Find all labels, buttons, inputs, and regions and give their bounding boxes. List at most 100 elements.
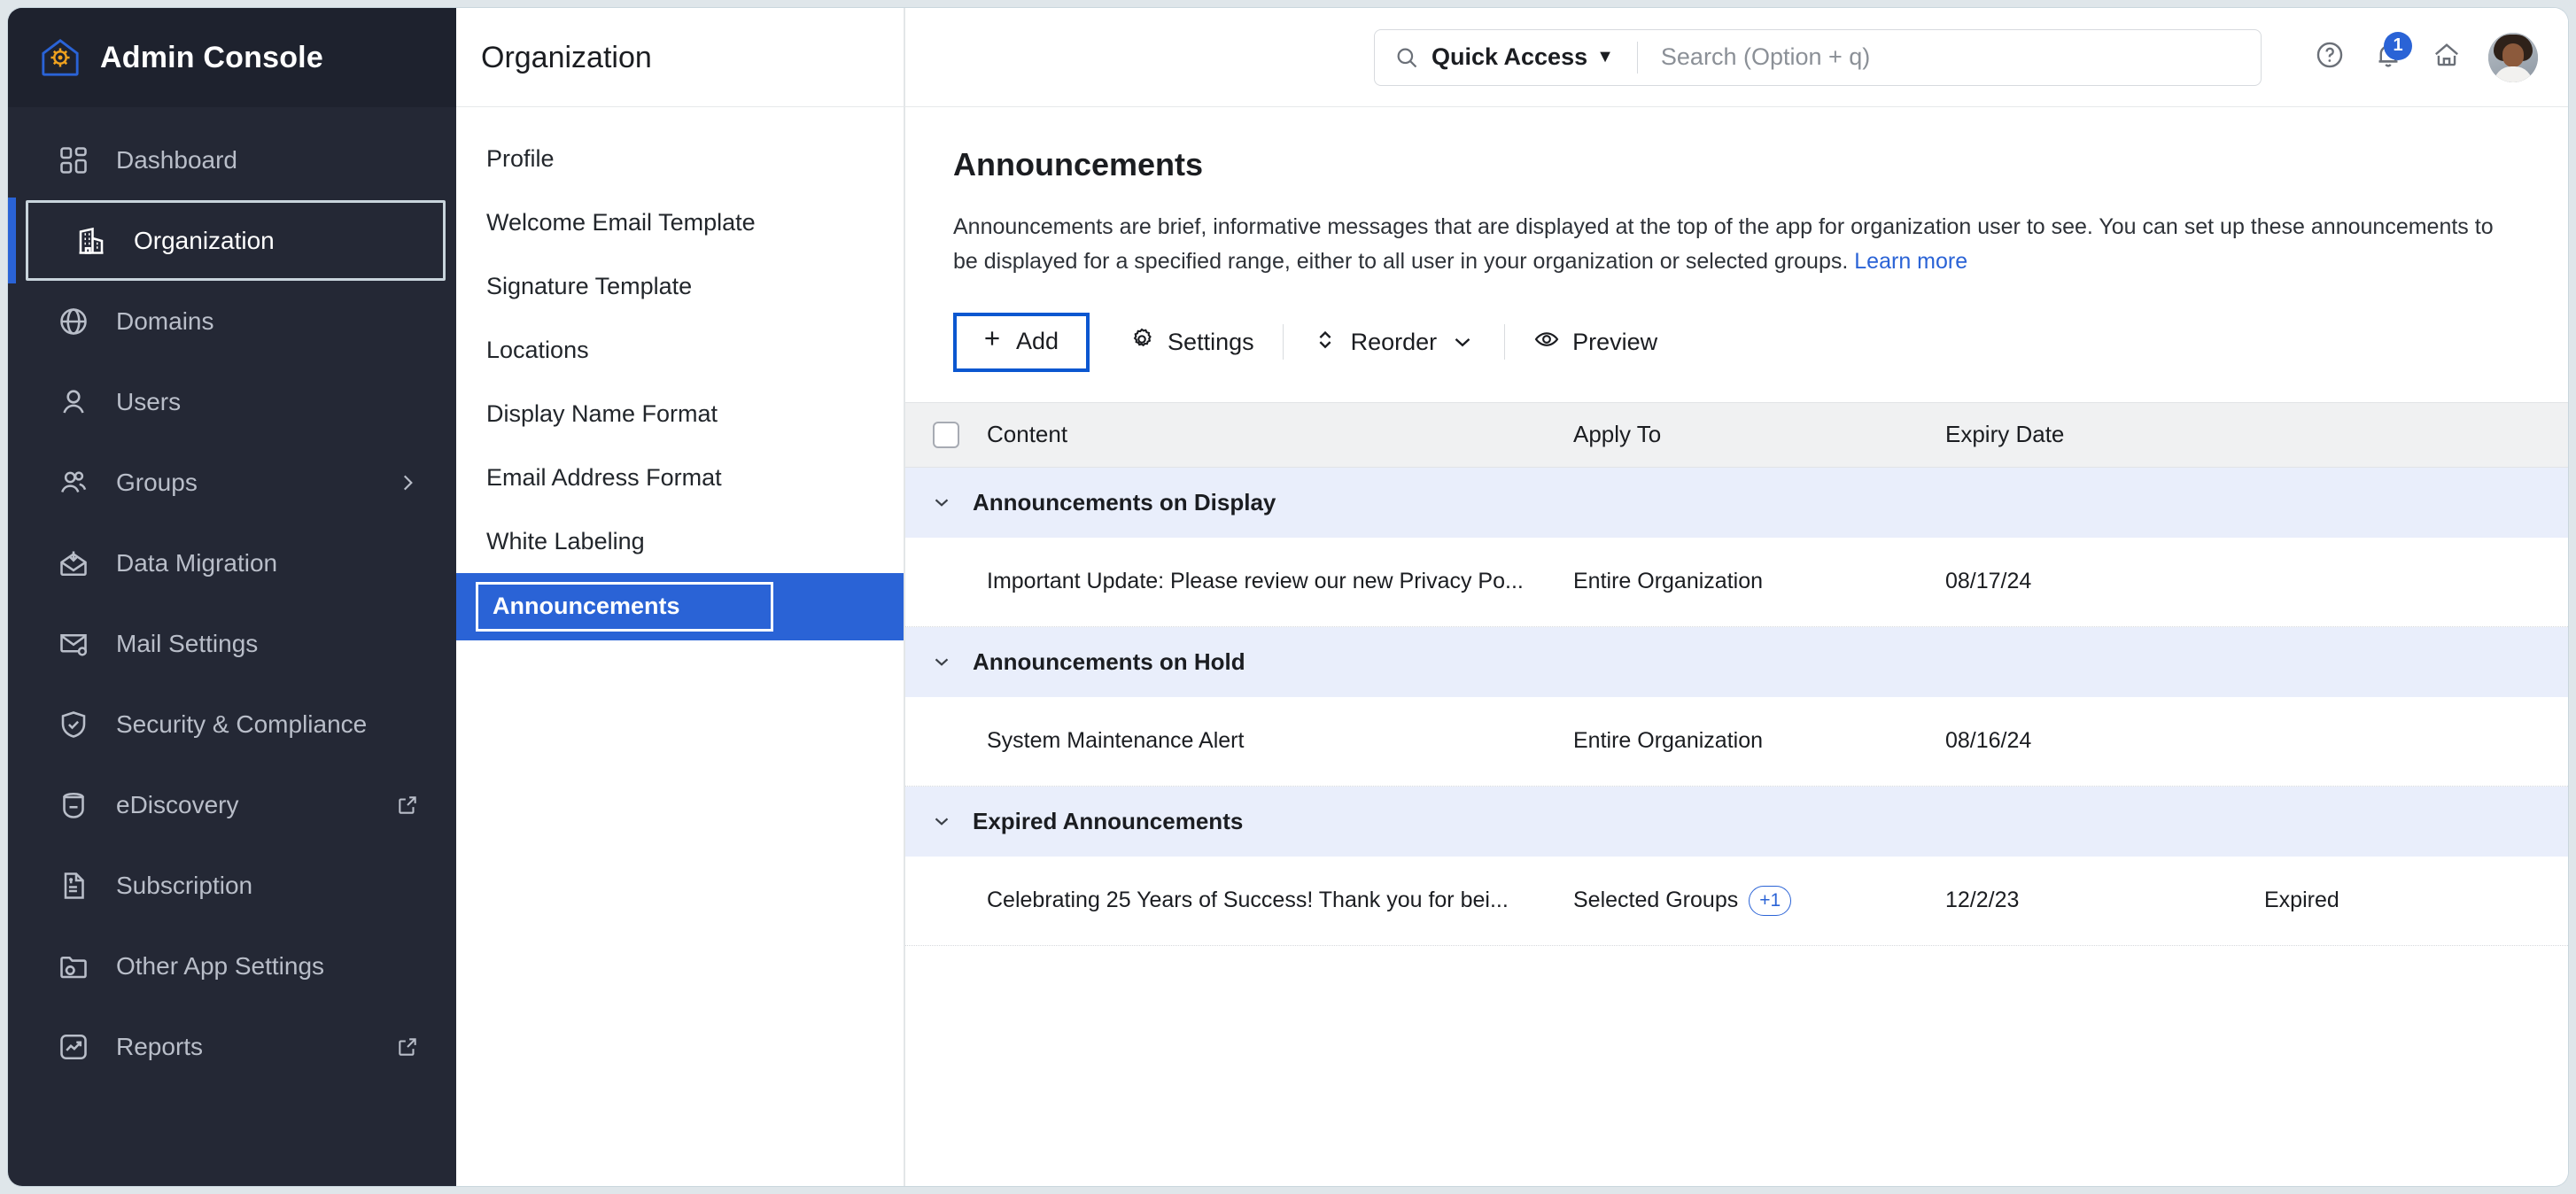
brand-header: Admin Console	[8, 8, 456, 107]
learn-more-link[interactable]: Learn more	[1854, 249, 1967, 274]
building-icon	[75, 225, 107, 257]
table-row[interactable]: Celebrating 25 Years of Success! Thank y…	[905, 856, 2568, 946]
chevron-down-icon	[1449, 329, 1476, 355]
status-badge: Expired	[2264, 888, 2339, 912]
search-icon	[1394, 45, 1419, 70]
help-circle-icon	[2315, 40, 2345, 74]
subnav-item-profile[interactable]: Profile	[456, 127, 904, 190]
group-label: Expired Announcements	[973, 807, 1244, 834]
row-apply-to-label: Entire Organization	[1573, 728, 1764, 753]
select-all-checkbox[interactable]	[933, 421, 959, 448]
help-button[interactable]	[2304, 32, 2355, 83]
subnav-item-label: Welcome Email Template	[486, 208, 756, 236]
subnav-item-display-name-format[interactable]: Display Name Format	[456, 382, 904, 446]
subnav-item-locations[interactable]: Locations	[456, 318, 904, 382]
sidebar-item-label: Mail Settings	[116, 629, 259, 657]
subnav-item-signature-template[interactable]: Signature Template	[456, 254, 904, 318]
subnav-item-white-labeling[interactable]: White Labeling	[456, 509, 904, 573]
home-icon	[2432, 40, 2462, 74]
envelope-download-icon	[58, 547, 89, 579]
sidebar-item-organization[interactable]: Organization	[8, 198, 446, 283]
group-header-expired-announcements[interactable]: Expired Announcements	[905, 786, 2568, 857]
subnav-item-label: Announcements	[476, 582, 773, 632]
sidebar-nav-list: Dashboard Organization Domains Users Gro…	[8, 107, 456, 1087]
brand-title: Admin Console	[100, 40, 323, 74]
add-button-label: Add	[1016, 327, 1059, 354]
sidebar-item-users[interactable]: Users	[8, 361, 456, 442]
plus-icon	[981, 327, 1004, 356]
group-label: Announcements on Display	[973, 488, 1276, 516]
search-input[interactable]	[1660, 43, 2241, 71]
toggle-knob	[2267, 743, 2290, 767]
dashboard-grid-icon	[58, 144, 89, 176]
group-label: Announcements on Hold	[973, 647, 1245, 675]
sidebar-item-label: Dashboard	[116, 145, 237, 174]
sidebar-item-domains[interactable]: Domains	[8, 281, 456, 361]
table-row[interactable]: System Maintenance Alert Entire Organiza…	[905, 696, 2568, 787]
sidebar-item-groups[interactable]: Groups	[8, 442, 456, 523]
sidebar-item-reports[interactable]: Reports	[8, 1006, 456, 1087]
settings-button[interactable]: Settings	[1109, 317, 1274, 368]
sort-updown-icon	[1312, 326, 1338, 359]
sidebar-item-security-compliance[interactable]: Security & Compliance	[8, 684, 456, 764]
subnav-item-email-address-format[interactable]: Email Address Format	[456, 446, 904, 509]
page-description: Announcements are brief, informative mes…	[953, 210, 2520, 279]
global-search-bar[interactable]: Quick Access ▼	[1374, 28, 2262, 86]
top-header-bar: Quick Access ▼ 1	[905, 8, 2568, 107]
main-content: Announcements Announcements are brief, i…	[905, 107, 2568, 1186]
users-group-icon	[58, 467, 89, 499]
sidebar-item-subscription[interactable]: Subscription	[8, 845, 456, 926]
chevron-down-icon[interactable]	[930, 491, 953, 514]
external-link-icon[interactable]	[396, 794, 419, 817]
chevron-down-icon[interactable]	[930, 650, 953, 673]
sidebar-item-dashboard[interactable]: Dashboard	[8, 120, 456, 200]
subnav-item-announcements[interactable]: Announcements	[456, 573, 904, 640]
sidebar-item-other-app-settings[interactable]: Other App Settings	[8, 926, 456, 1006]
subnav-item-welcome-email-template[interactable]: Welcome Email Template	[456, 190, 904, 254]
chevron-down-icon[interactable]	[930, 810, 953, 833]
external-link-icon[interactable]	[396, 1035, 419, 1058]
reorder-button[interactable]: Reorder	[1292, 317, 1496, 368]
eye-icon	[1533, 326, 1560, 359]
add-button[interactable]: Add	[959, 318, 1084, 366]
group-header-announcements-on-hold[interactable]: Announcements on Hold	[905, 626, 2568, 697]
house-gear-icon	[40, 37, 81, 78]
notifications-button[interactable]: 1	[2363, 31, 2414, 83]
sidebar-item-label: eDiscovery	[116, 790, 239, 818]
row-content: Important Update: Please review our new …	[987, 568, 1524, 593]
divider	[1636, 41, 1638, 74]
page-breadcrumb-title: Organization	[481, 40, 652, 74]
group-header-announcements-on-display[interactable]: Announcements on Display	[905, 467, 2568, 538]
sidebar-item-ediscovery[interactable]: eDiscovery	[8, 764, 456, 845]
sidebar-item-label: Organization	[134, 226, 275, 254]
invoice-dollar-icon	[58, 870, 89, 902]
reorder-button-label: Reorder	[1350, 328, 1438, 355]
row-apply-to: Selected Groups +1	[1573, 885, 1945, 916]
sidebar-item-label: Security & Compliance	[116, 709, 368, 738]
select-all-cell	[905, 421, 987, 448]
row-content: System Maintenance Alert	[987, 727, 1245, 753]
sidebar-item-data-migration[interactable]: Data Migration	[8, 523, 456, 603]
subnav-item-label: Locations	[486, 336, 589, 363]
row-expiry-date: 12/2/23	[1945, 888, 2020, 912]
add-button-focus-ring: Add	[953, 312, 1090, 372]
globe-icon	[58, 306, 89, 337]
row-expiry-date: 08/16/24	[1945, 728, 2032, 753]
subnav-item-label: Profile	[486, 144, 555, 172]
subnav-item-label: Display Name Format	[486, 399, 718, 427]
quick-access-label[interactable]: Quick Access	[1432, 43, 1587, 71]
sidebar-item-label: Domains	[116, 306, 214, 335]
sidebar-item-label: Reports	[116, 1032, 204, 1060]
table-row[interactable]: Important Update: Please review our new …	[905, 537, 2568, 627]
subnav-item-label: Signature Template	[486, 272, 693, 299]
preview-button[interactable]: Preview	[1514, 317, 1677, 368]
chevron-down-icon[interactable]: ▼	[1596, 47, 1614, 67]
sidebar-item-mail-settings[interactable]: Mail Settings	[8, 603, 456, 684]
toggle-knob	[2293, 584, 2316, 608]
chevron-right-icon[interactable]	[396, 471, 419, 494]
home-button[interactable]	[2421, 32, 2472, 83]
row-expiry-date: 08/17/24	[1945, 569, 2032, 593]
apply-to-extra-count-badge[interactable]: +1	[1749, 885, 1792, 916]
avatar[interactable]	[2488, 32, 2538, 82]
gear-icon	[1129, 326, 1155, 359]
